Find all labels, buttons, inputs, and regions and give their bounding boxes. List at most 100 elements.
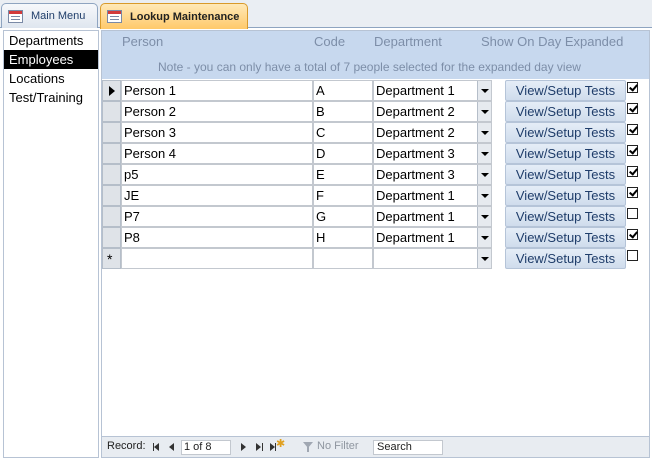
view-setup-tests-button[interactable]: View/Setup Tests (505, 164, 626, 185)
table-row: JE F Department 1 View/Setup Tests (102, 185, 649, 206)
new-record-icon: * (107, 251, 113, 267)
view-setup-tests-button[interactable]: View/Setup Tests (505, 143, 626, 164)
department-combo[interactable]: Department 2 (373, 101, 492, 122)
show-on-day-expanded-checkbox[interactable] (627, 229, 638, 240)
code-field[interactable]: C (313, 122, 373, 143)
tab-label: Main Menu (31, 10, 86, 22)
show-column-header: Show On Day Expanded (481, 34, 624, 49)
first-record-button[interactable] (150, 440, 162, 454)
department-combo[interactable]: Department 1 (373, 227, 492, 248)
record-selector[interactable] (102, 164, 121, 185)
search-box[interactable]: Search (373, 440, 443, 455)
show-on-day-expanded-checkbox[interactable] (627, 187, 638, 198)
department-combo[interactable] (373, 248, 492, 269)
show-on-day-expanded-checkbox[interactable] (627, 103, 638, 114)
person-field[interactable]: Person 1 (121, 80, 313, 101)
code-field[interactable]: D (313, 143, 373, 164)
record-selector[interactable] (102, 122, 121, 143)
last-record-button[interactable] (254, 440, 266, 454)
dropdown-arrow-icon[interactable] (477, 249, 491, 268)
person-field[interactable]: P7 (121, 206, 313, 227)
new-record-row: * View/Setup Tests (102, 248, 649, 269)
access-window: Main Menu Lookup Maintenance Departments… (0, 0, 652, 461)
department-value: Department 3 (376, 167, 455, 182)
form-header: Person Code Department Show On Day Expan… (102, 31, 649, 79)
tab-label: Lookup Maintenance (130, 10, 240, 23)
tab-main-menu[interactable]: Main Menu (1, 3, 98, 28)
nav-item-departments[interactable]: Departments (4, 31, 98, 50)
record-selector[interactable] (102, 80, 121, 101)
code-field[interactable]: B (313, 101, 373, 122)
code-field[interactable]: E (313, 164, 373, 185)
view-setup-tests-button[interactable]: View/Setup Tests (505, 248, 626, 269)
view-setup-tests-button[interactable]: View/Setup Tests (505, 80, 626, 101)
department-combo[interactable]: Department 3 (373, 164, 492, 185)
record-selector[interactable] (102, 101, 121, 122)
department-value: Department 1 (376, 188, 455, 203)
department-value: Department 1 (376, 230, 455, 245)
department-combo[interactable]: Department 1 (373, 206, 492, 227)
table-row: P7 G Department 1 View/Setup Tests (102, 206, 649, 227)
dropdown-arrow-icon[interactable] (477, 144, 491, 163)
person-field[interactable]: p5 (121, 164, 313, 185)
new-record-button[interactable]: ✱ (270, 438, 286, 454)
department-column-header: Department (374, 34, 442, 49)
department-combo[interactable]: Department 2 (373, 122, 492, 143)
nav-item-test-training[interactable]: Test/Training (4, 88, 98, 107)
view-setup-tests-button[interactable]: View/Setup Tests (505, 227, 626, 248)
department-combo[interactable]: Department 1 (373, 80, 492, 101)
dropdown-arrow-icon[interactable] (477, 165, 491, 184)
department-value: Department 1 (376, 83, 455, 98)
show-on-day-expanded-checkbox[interactable] (627, 208, 638, 219)
view-setup-tests-button[interactable]: View/Setup Tests (505, 185, 626, 206)
record-selector[interactable] (102, 143, 121, 164)
view-setup-tests-button[interactable]: View/Setup Tests (505, 122, 626, 143)
code-field[interactable]: F (313, 185, 373, 206)
person-field[interactable] (121, 248, 313, 269)
record-selector[interactable]: * (102, 248, 121, 269)
code-field[interactable]: H (313, 227, 373, 248)
code-field[interactable]: A (313, 80, 373, 101)
nav-item-employees[interactable]: Employees (4, 50, 98, 69)
previous-record-button[interactable] (166, 440, 178, 454)
record-selector[interactable] (102, 227, 121, 248)
nav-item-locations[interactable]: Locations (4, 69, 98, 88)
record-selector[interactable] (102, 185, 121, 206)
record-rows: Person 1 A Department 1 View/Setup Tests Per… (102, 80, 649, 269)
form-icon (107, 10, 122, 23)
person-field[interactable]: Person 2 (121, 101, 313, 122)
dropdown-arrow-icon[interactable] (477, 228, 491, 247)
show-on-day-expanded-checkbox[interactable] (627, 124, 638, 135)
code-column-header: Code (314, 34, 346, 49)
view-setup-tests-button[interactable]: View/Setup Tests (505, 206, 626, 227)
person-field[interactable]: Person 3 (121, 122, 313, 143)
dropdown-arrow-icon[interactable] (477, 81, 491, 100)
record-selector[interactable] (102, 206, 121, 227)
table-row: Person 2 B Department 2 View/Setup Tests (102, 101, 649, 122)
person-field[interactable]: Person 4 (121, 143, 313, 164)
next-record-button[interactable] (238, 440, 250, 454)
show-on-day-expanded-checkbox[interactable] (627, 250, 638, 261)
department-combo[interactable]: Department 1 (373, 185, 492, 206)
dropdown-arrow-icon[interactable] (477, 207, 491, 226)
dropdown-arrow-icon[interactable] (477, 102, 491, 121)
show-on-day-expanded-checkbox[interactable] (627, 166, 638, 177)
new-star-icon: ✱ (276, 438, 286, 450)
table-row: p5 E Department 3 View/Setup Tests (102, 164, 649, 185)
dropdown-arrow-icon[interactable] (477, 123, 491, 142)
code-field[interactable]: G (313, 206, 373, 227)
show-on-day-expanded-checkbox[interactable] (627, 82, 638, 93)
table-row: Person 4 D Department 3 View/Setup Tests (102, 143, 649, 164)
dropdown-arrow-icon[interactable] (477, 186, 491, 205)
show-on-day-expanded-checkbox[interactable] (627, 145, 638, 156)
person-field[interactable]: P8 (121, 227, 313, 248)
view-setup-tests-button[interactable]: View/Setup Tests (505, 101, 626, 122)
no-filter-button[interactable]: No Filter (317, 440, 359, 452)
current-record-field[interactable]: 1 of 8 (181, 440, 231, 455)
person-field[interactable]: JE (121, 185, 313, 206)
record-label: Record: (107, 440, 146, 452)
table-row: Person 1 A Department 1 View/Setup Tests (102, 80, 649, 101)
tab-lookup-maintenance[interactable]: Lookup Maintenance (100, 3, 248, 29)
department-combo[interactable]: Department 3 (373, 143, 492, 164)
code-field[interactable] (313, 248, 373, 269)
